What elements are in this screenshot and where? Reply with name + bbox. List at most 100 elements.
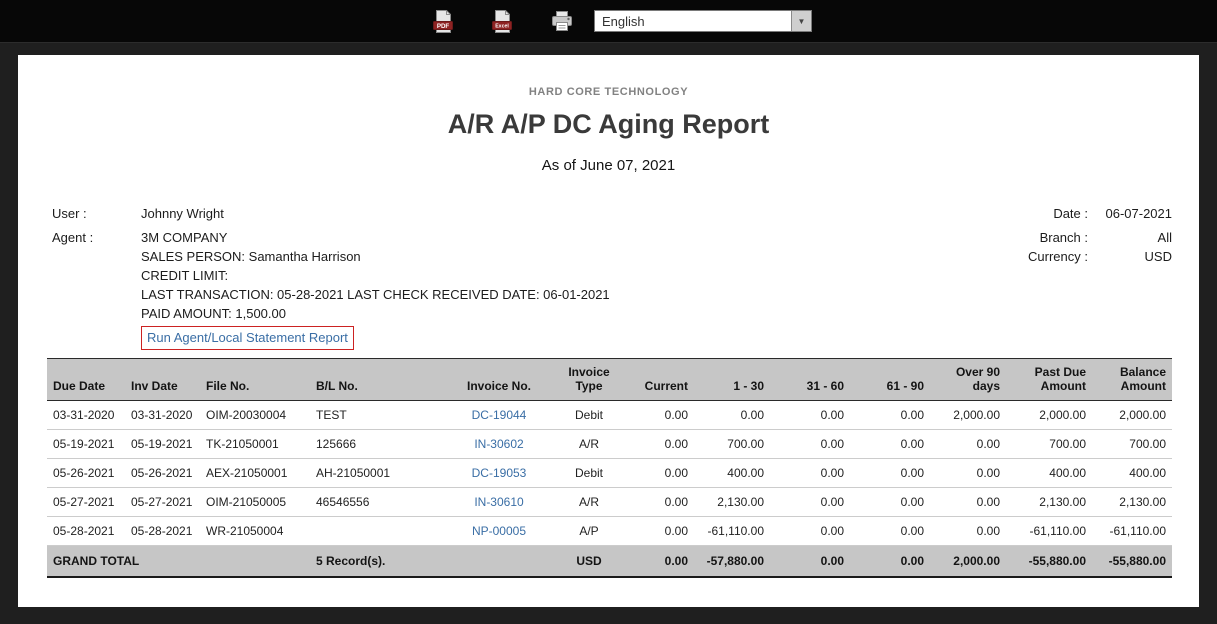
agent-label: Agent :: [52, 230, 94, 245]
table-cell: 05-19-2021: [47, 429, 125, 459]
run-statement-report-link[interactable]: Run Agent/Local Statement Report: [141, 326, 354, 350]
svg-text:PDF: PDF: [437, 23, 450, 30]
grand-total-over-90: 2,000.00: [930, 545, 1006, 578]
col-header-invoice-type: Invoice Type: [558, 358, 620, 401]
table-cell: 0.00: [930, 487, 1006, 517]
table-cell: 0.00: [694, 400, 770, 430]
table-cell: 05-19-2021: [125, 429, 200, 459]
export-pdf-button[interactable]: PDF: [433, 9, 453, 33]
table-cell: 0.00: [620, 400, 694, 430]
table-cell: WR-21050004: [200, 516, 310, 546]
col-header-inv-date: Inv Date: [125, 358, 200, 401]
grand-total-row: GRAND TOTAL 5 Record(s). USD 0.00 -57,88…: [47, 545, 1172, 578]
table-row: 03-31-2020 03-31-2020 OIM-20030004 TEST DC-1…: [47, 400, 1172, 430]
table-cell: 05-27-2021: [125, 487, 200, 517]
info-right-block: Date : 06-07-2021 Branch : All Currency …: [1002, 204, 1172, 350]
print-button[interactable]: [551, 10, 573, 32]
table-cell: 400.00: [694, 458, 770, 488]
report-as-of-date: As of June 07, 2021: [541, 157, 676, 174]
table-cell: Debit: [558, 400, 620, 430]
table-cell: 0.00: [850, 458, 930, 488]
table-cell: [310, 516, 440, 546]
branch-value: All: [1157, 230, 1172, 245]
invoice-number-link[interactable]: IN-30610: [474, 495, 523, 509]
user-value: Johnny Wright: [141, 206, 224, 221]
table-cell: TK-21050001: [200, 429, 310, 459]
top-toolbar: PDF Excel English ▼: [0, 0, 1217, 43]
table-cell: IN-30610: [440, 487, 558, 517]
invoice-number-link[interactable]: NP-00005: [472, 524, 526, 538]
table-cell: 2,000.00: [930, 400, 1006, 430]
table-cell: 400.00: [1092, 458, 1172, 488]
table-cell: 2,130.00: [1092, 487, 1172, 517]
table-cell: 0.00: [850, 400, 930, 430]
grand-total-balance: -55,880.00: [1092, 545, 1172, 578]
report-title: A/R A/P DC Aging Report: [447, 109, 770, 139]
table-cell: TEST: [310, 400, 440, 430]
table-cell: NP-00005: [440, 516, 558, 546]
currency-label: Currency :: [1028, 249, 1088, 264]
invoice-number-link[interactable]: DC-19053: [472, 466, 527, 480]
table-cell: 05-28-2021: [47, 516, 125, 546]
col-header-past-due-amount: Past Due Amount: [1006, 358, 1092, 401]
table-cell: 700.00: [694, 429, 770, 459]
invoice-number-link[interactable]: IN-30602: [474, 437, 523, 451]
col-header-balance-amount: Balance Amount: [1092, 358, 1172, 401]
table-cell: 700.00: [1092, 429, 1172, 459]
table-row: 05-26-2021 05-26-2021 AEX-21050001 AH-21050…: [47, 458, 1172, 488]
table-row: 05-19-2021 05-19-2021 TK-21050001 125666 IN-…: [47, 429, 1172, 459]
invoice-number-link[interactable]: DC-19044: [472, 408, 527, 422]
table-cell: 0.00: [620, 516, 694, 546]
table-cell: 400.00: [1006, 458, 1092, 488]
table-cell: 0.00: [620, 429, 694, 459]
toolbar-group: PDF Excel English ▼: [433, 0, 812, 42]
table-cell: 0.00: [850, 429, 930, 459]
language-select-value: English: [602, 13, 645, 29]
table-cell: 0.00: [850, 516, 930, 546]
table-cell: 03-31-2020: [47, 400, 125, 430]
paid-amount-line: PAID AMOUNT: 1,500.00: [141, 306, 286, 321]
table-cell: 0.00: [770, 400, 850, 430]
table-cell: -61,110.00: [1006, 516, 1092, 546]
table-cell: OIM-21050005: [200, 487, 310, 517]
table-cell: 125666: [310, 429, 440, 459]
credit-limit-line: CREDIT LIMIT:: [141, 268, 229, 283]
table-cell: Debit: [558, 458, 620, 488]
grand-total-empty-cell: [440, 545, 558, 578]
aging-report-table: Due Date Inv Date File No. B/L No. Invoi…: [47, 358, 1172, 578]
table-cell: 2,000.00: [1006, 400, 1092, 430]
export-excel-button[interactable]: Excel: [492, 9, 512, 33]
table-cell: -61,110.00: [694, 516, 770, 546]
excel-icon: Excel: [492, 9, 512, 33]
report-info: User : Johnny Wright Agent : 3M COMPANY …: [18, 204, 1199, 350]
col-header-1-30: 1 - 30: [694, 358, 770, 401]
table-row: 05-27-2021 05-27-2021 OIM-21050005 46546556…: [47, 487, 1172, 517]
grand-total-61-90: 0.00: [850, 545, 930, 578]
table-cell: 2,000.00: [1092, 400, 1172, 430]
col-header-31-60: 31 - 60: [770, 358, 850, 401]
grand-total-records: 5 Record(s).: [310, 545, 440, 578]
grand-total-31-60: 0.00: [770, 545, 850, 578]
table-cell: 0.00: [770, 429, 850, 459]
table-cell: 0.00: [770, 458, 850, 488]
company-name: HARD CORE TECHNOLOGY: [528, 86, 689, 98]
table-cell: IN-30602: [440, 429, 558, 459]
language-select[interactable]: English ▼: [594, 10, 812, 32]
table-header-row: Due Date Inv Date File No. B/L No. Invoi…: [47, 358, 1172, 401]
grand-total-label: GRAND TOTAL: [47, 545, 310, 578]
table-cell: 05-26-2021: [47, 458, 125, 488]
table-cell: 0.00: [850, 487, 930, 517]
last-transaction-line: LAST TRANSACTION: 05-28-2021 LAST CHECK …: [141, 287, 610, 302]
col-header-over-90-days: Over 90 days: [930, 358, 1006, 401]
agent-value: 3M COMPANY: [141, 230, 228, 245]
col-header-61-90: 61 - 90: [850, 358, 930, 401]
table-cell: OIM-20030004: [200, 400, 310, 430]
table-cell: 03-31-2020: [125, 400, 200, 430]
table-cell: 2,130.00: [1006, 487, 1092, 517]
table-cell: 0.00: [930, 429, 1006, 459]
table-cell: -61,110.00: [1092, 516, 1172, 546]
info-left-block: User : Johnny Wright Agent : 3M COMPANY …: [52, 204, 610, 350]
table-cell: 0.00: [770, 487, 850, 517]
currency-value: USD: [1144, 249, 1172, 264]
table-cell: A/R: [558, 429, 620, 459]
